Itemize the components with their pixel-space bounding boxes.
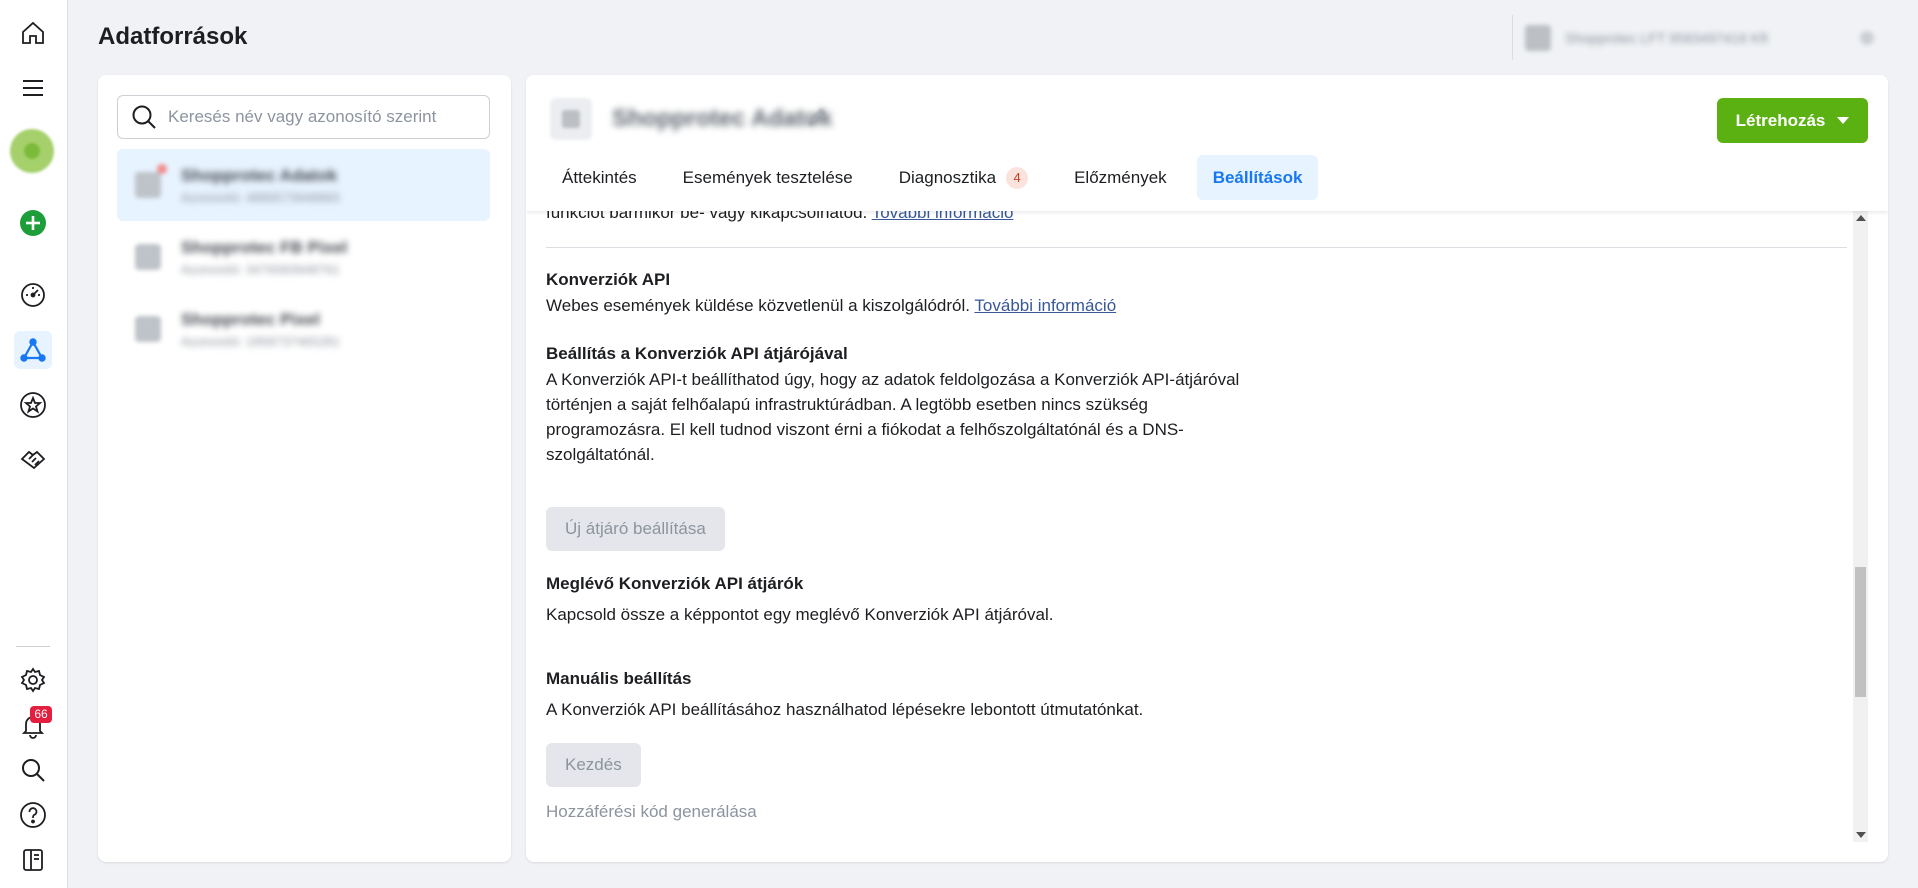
star-icon[interactable] [14,386,52,424]
partially-hidden-text: funkciót bármikor be- vagy kikapcsolhato… [546,211,1013,223]
gateway-description: A Konverziók API-t beállíthatod úgy, hog… [546,367,1239,467]
settings-content: funkciót bármikor be- vagy kikapcsolhato… [546,211,1851,862]
tab-test-events[interactable]: Események tesztelése [667,155,869,200]
tab-label: Diagnosztika [898,167,997,187]
detail-header: Shopprotec Adatok Létrehozás Áttekintés … [526,75,1888,211]
tab-overview[interactable]: Áttekintés [546,155,653,200]
events-manager-icon[interactable] [14,331,52,369]
dashboard-icon[interactable] [14,276,52,314]
help-icon[interactable] [14,796,52,834]
menu-icon[interactable] [14,69,52,107]
scrollbar-thumb[interactable] [1855,567,1866,697]
create-button[interactable]: Létrehozás [1717,98,1868,143]
scroll-up-icon[interactable] [1856,215,1866,221]
gateway-desc-line: programozásra. El kell tudnod viszont ér… [546,420,1184,439]
pixel-icon [135,244,161,270]
tab-label: Beállítások [1212,167,1303,187]
capi-description: Webes események küldése közvetlenül a ki… [546,293,1116,318]
datasource-item[interactable]: Shopprotec Adatok Azonosító: 48895739488… [117,149,490,221]
gateway-desc-line: szolgáltatónál. [546,445,655,464]
datasource-id: Azonosító: 3476583948761 [181,261,341,277]
learn-more-link[interactable]: További információ [872,211,1014,222]
notifications-badge: 66 [30,706,52,723]
datasource-list-panel: Shopprotec Adatok Azonosító: 48895739488… [98,75,511,862]
capi-title: Konverziók API [546,270,671,289]
left-nav-rail: 66 [0,0,68,888]
add-icon[interactable] [14,204,52,242]
datasource-name: Shopprotec FB Pixel [181,237,348,257]
datasource-id: Azonosító: 4889573948865 [181,189,341,205]
section-divider [546,247,1847,248]
partners-icon[interactable] [14,441,52,479]
account-avatar [1525,24,1551,51]
rail-divider [16,646,50,647]
tab-history[interactable]: Előzmények [1058,155,1183,200]
pixel-avatar [550,98,592,140]
gateway-title: Beállítás a Konverziók API átjárójával [546,344,848,363]
pixel-name: Shopprotec Adatok [612,105,833,132]
pixel-icon [135,164,167,198]
create-button-label: Létrehozás [1735,110,1826,130]
search-field[interactable] [117,95,490,139]
existing-gateways-title: Meglévő Konverziók API átjárók [546,574,804,593]
tab-settings[interactable]: Beállítások [1196,155,1319,200]
scroll-down-icon[interactable] [1856,832,1866,838]
account-name: Shopprotec LFT 9583497416 Kft [1565,29,1768,46]
datasource-item[interactable]: Shopprotec Pixel Azonosító: 185873746528… [117,293,490,365]
datasource-detail-panel: Shopprotec Adatok Létrehozás Áttekintés … [526,75,1888,862]
pixel-icon [135,316,161,342]
panel-icon[interactable] [14,841,52,879]
capi-learn-more-link[interactable]: További információ [974,296,1116,315]
chevron-down-icon [1860,30,1874,45]
cut-text: funkciót bármikor be- vagy kikapcsolhato… [546,211,868,222]
gateway-desc-line: történjen a saját felhőalapú infrastrukt… [546,395,1149,414]
new-gateway-button[interactable]: Új átjáró beállítása [546,507,725,551]
scrollbar[interactable] [1853,211,1868,842]
datasource-item[interactable]: Shopprotec FB Pixel Azonosító: 347658394… [117,221,490,293]
generate-token-link[interactable]: Hozzáférési kód generálása [546,802,757,822]
caret-down-icon [1837,117,1850,124]
search-input[interactable] [168,107,478,127]
diagnostics-count-badge: 4 [1006,166,1029,189]
datasource-id: Azonosító: 1858737465281 [181,333,341,349]
manual-setup-title: Manuális beállítás [546,669,692,688]
tab-bar: Áttekintés Események tesztelése Diagnosz… [546,155,1319,200]
tab-label: Előzmények [1074,167,1167,187]
home-icon[interactable] [14,14,52,52]
account-switcher[interactable]: Shopprotec LFT 9583497416 Kft [1512,15,1888,60]
settings-icon[interactable] [14,661,52,699]
search-icon [132,105,156,129]
start-button[interactable]: Kezdés [546,743,641,787]
page-title: Adatforrások [98,23,248,50]
gateway-desc-line: A Konverziók API-t beállíthatod úgy, hog… [546,370,1240,389]
tab-label: Események tesztelése [682,167,853,187]
datasource-name: Shopprotec Pixel [181,309,320,329]
capi-desc-text: Webes események küldése közvetlenül a ki… [546,296,970,315]
datasource-name: Shopprotec Adatok [181,165,338,185]
manual-setup-description: A Konverziók API beállításához használha… [546,700,1144,719]
edit-icon[interactable] [806,106,828,128]
business-avatar[interactable] [10,129,54,173]
existing-gateways-description: Kapcsold össze a képpontot egy meglévő K… [546,605,1054,624]
tab-diagnostics[interactable]: Diagnosztika 4 [883,155,1044,200]
tab-label: Áttekintés [562,167,637,187]
search-icon[interactable] [14,751,52,789]
